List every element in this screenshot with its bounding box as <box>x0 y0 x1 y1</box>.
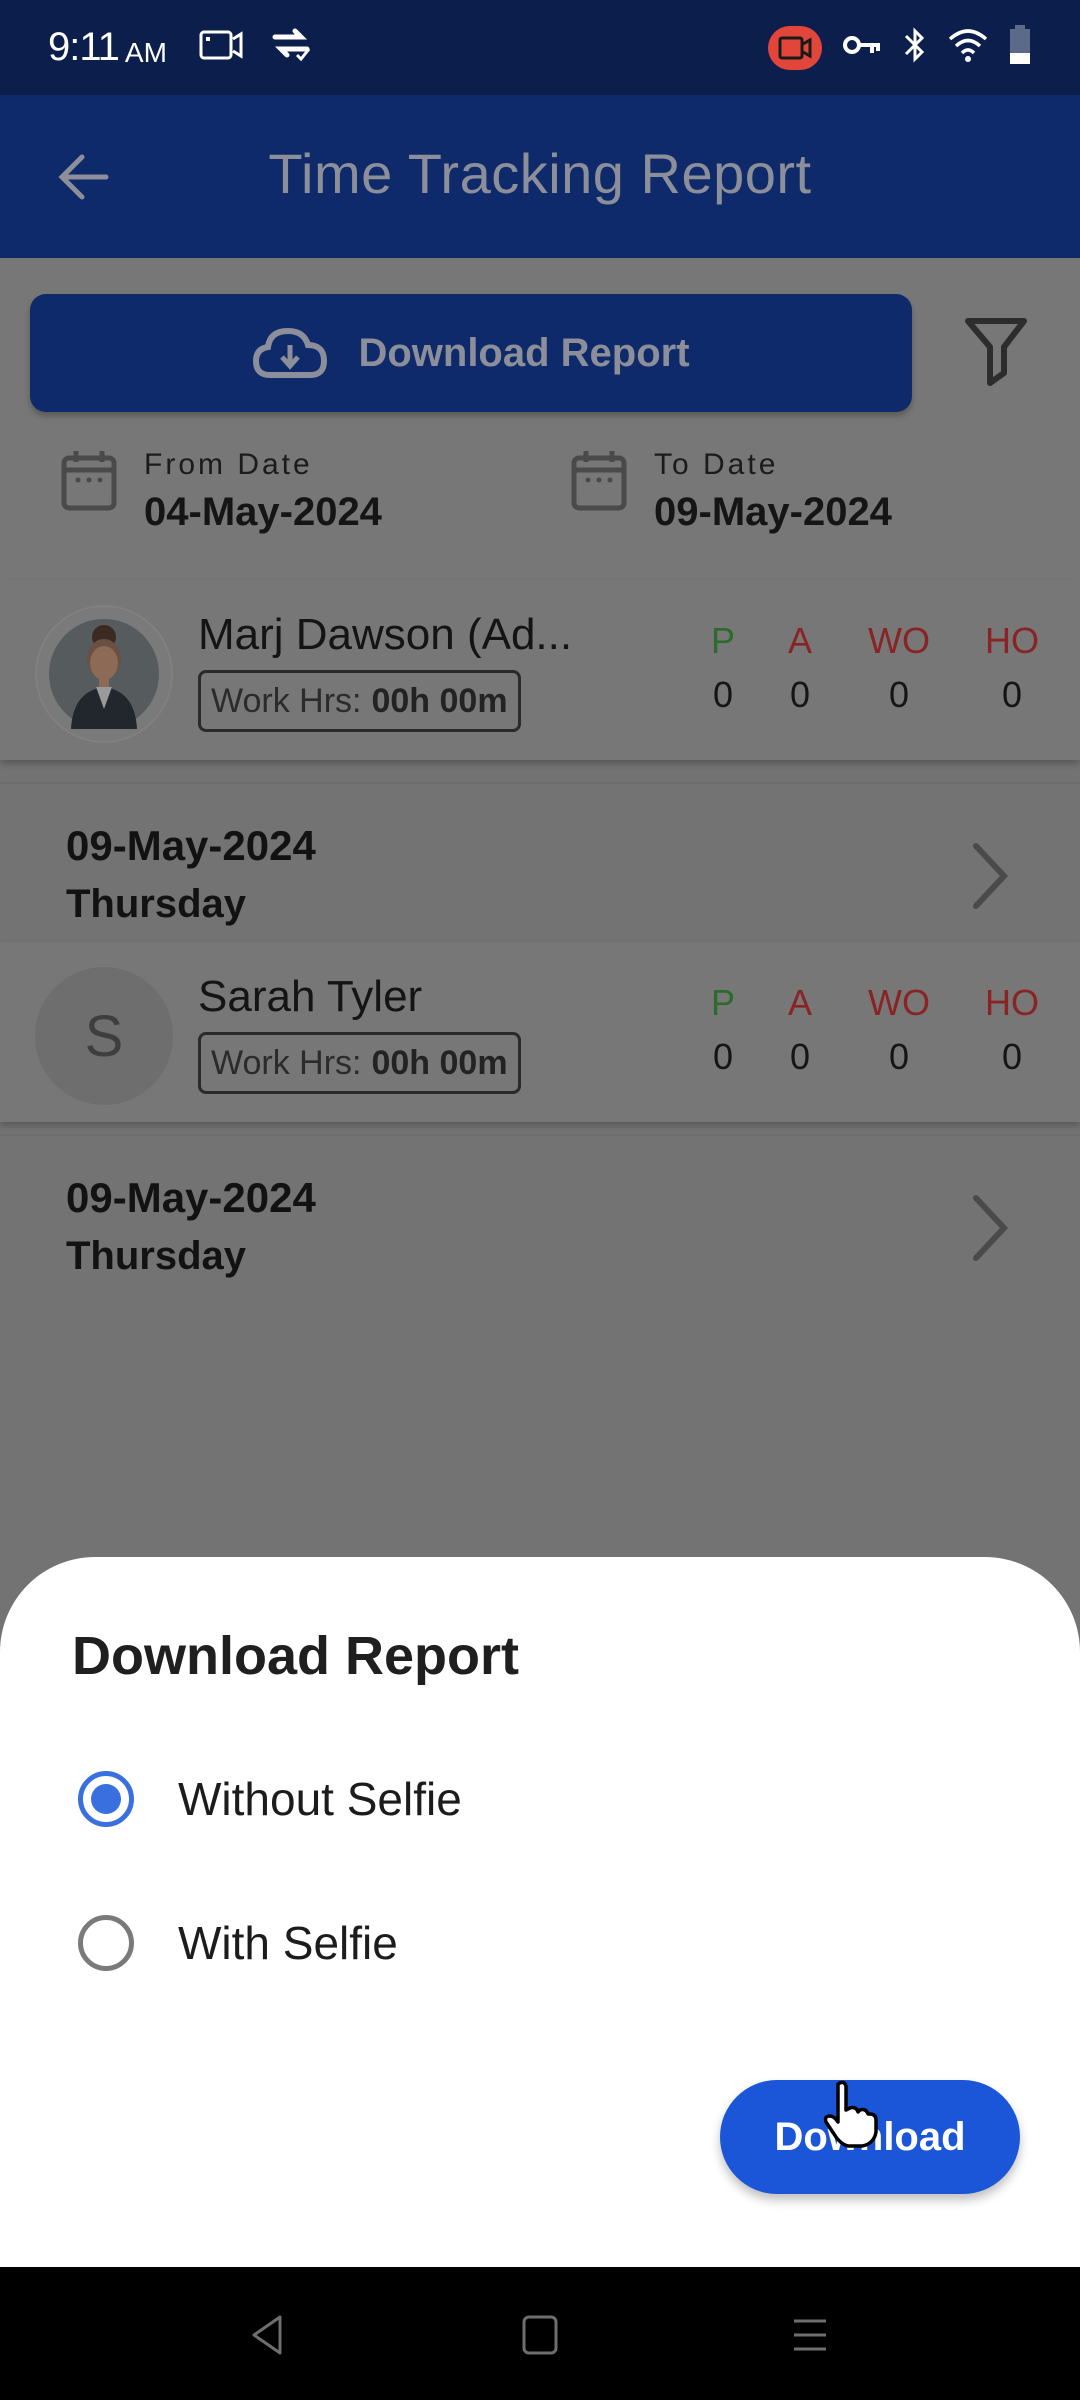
woman-avatar-icon <box>49 619 159 729</box>
battery-icon <box>1008 25 1032 70</box>
status-bar: 9:11 AM <box>0 0 1080 95</box>
from-date-picker[interactable]: From Date 04-May-2024 <box>60 448 382 535</box>
employee-name: Marj Dawson (Ad... <box>198 610 573 659</box>
day-weekday: Thursday <box>66 882 247 926</box>
recents-menu-icon <box>794 2319 826 2351</box>
to-date-picker[interactable]: To Date 09-May-2024 <box>570 448 892 535</box>
stat-value-holiday: 0 <box>1001 674 1023 715</box>
vpn-key-icon <box>842 32 882 63</box>
system-nav-bar <box>0 2267 1080 2400</box>
stat-label-present: P <box>710 982 735 1023</box>
report-controls: Download Report From Date 04-May-2024 To… <box>0 258 1080 580</box>
recording-indicator-icon <box>768 25 822 70</box>
from-date-value: 04-May-2024 <box>144 490 382 534</box>
cloud-download-icon <box>253 327 328 378</box>
option-label: Without Selfie <box>178 1773 462 1825</box>
avatar-initial: S <box>84 1003 124 1069</box>
stat-value-present: 0 <box>712 674 734 715</box>
sheet-title: Download Report <box>72 1626 519 1686</box>
stat-label-week-off: WO <box>868 982 930 1023</box>
hand-pointer-cursor-icon <box>823 2080 878 2148</box>
work-hours-value: 00h 00m <box>371 681 508 720</box>
employee-card[interactable]: Marj Dawson (Ad... Work Hrs: 00h 00m P 0 … <box>0 580 1080 760</box>
page-title: Time Tracking Report <box>268 142 812 205</box>
radio-button-unchecked[interactable] <box>78 1915 134 1971</box>
chevron-right-icon <box>973 843 1009 909</box>
stat-label-absent: A <box>787 982 812 1023</box>
stat-label-absent: A <box>787 620 812 661</box>
option-with-selfie[interactable]: With Selfie <box>78 1915 398 1971</box>
nav-recents-button[interactable] <box>780 2305 840 2365</box>
from-date-label: From Date <box>144 448 313 481</box>
app-bar: Time Tracking Report <box>0 95 1080 258</box>
stat-value-week-off: 0 <box>888 674 910 715</box>
stat-value-absent: 0 <box>789 1036 811 1077</box>
stat-label-week-off: WO <box>868 620 930 661</box>
employee-name: Sarah Tyler <box>198 972 423 1021</box>
option-without-selfie[interactable]: Without Selfie <box>78 1771 462 1827</box>
status-ampm: AM <box>124 36 167 68</box>
stat-value-holiday: 0 <box>1001 1036 1023 1077</box>
employee-list: Marj Dawson (Ad... Work Hrs: 00h 00m P 0 … <box>0 580 1080 1304</box>
filter-funnel-icon <box>965 318 1027 386</box>
stat-value-week-off: 0 <box>888 1036 910 1077</box>
attendance-stats: P 0 A 0 WO 0 HO 0 <box>690 620 1070 716</box>
employee-card[interactable]: S Sarah Tyler Work Hrs: 00h 00m P 0 A 0 WO… <box>0 942 1080 1122</box>
day-row[interactable]: 09-May-2024 Thursday <box>0 782 1080 952</box>
work-hours-label: Work Hrs: <box>211 681 362 720</box>
download-report-sheet: Download Report Without Selfie With Self… <box>0 1557 1080 2267</box>
option-label: With Selfie <box>178 1917 398 1969</box>
nav-home-button[interactable] <box>510 2305 570 2365</box>
day-weekday: Thursday <box>66 1234 247 1278</box>
sync-check-icon <box>269 27 313 68</box>
calendar-icon <box>61 451 117 511</box>
avatar: S <box>35 967 173 1105</box>
wifi-icon <box>948 27 988 68</box>
to-date-label: To Date <box>654 448 779 481</box>
avatar <box>35 605 173 743</box>
work-hours-label: Work Hrs: <box>211 1043 362 1082</box>
status-time: 9:11 <box>48 25 120 69</box>
day-row[interactable]: 09-May-2024 Thursday <box>0 1134 1080 1304</box>
home-square-icon <box>522 2315 558 2355</box>
chevron-right-icon <box>973 1195 1009 1261</box>
stat-label-present: P <box>710 620 735 661</box>
calendar-icon <box>571 451 627 511</box>
stat-label-holiday: HO <box>985 620 1039 661</box>
work-hours-badge: Work Hrs: 00h 00m <box>198 670 521 732</box>
stat-label-holiday: HO <box>985 982 1039 1023</box>
screen-record-icon <box>199 29 243 66</box>
attendance-stats: P 0 A 0 WO 0 HO 0 <box>690 982 1070 1078</box>
day-date: 09-May-2024 <box>66 1174 316 1221</box>
download-report-button[interactable]: Download Report <box>30 294 912 412</box>
to-date-value: 09-May-2024 <box>654 490 892 534</box>
work-hours-value: 00h 00m <box>371 1043 508 1082</box>
filter-button[interactable] <box>960 308 1032 398</box>
stat-value-absent: 0 <box>789 674 811 715</box>
download-report-label: Download Report <box>358 330 690 375</box>
bluetooth-icon <box>902 25 928 70</box>
work-hours-badge: Work Hrs: 00h 00m <box>198 1032 521 1094</box>
radio-button-checked[interactable] <box>78 1771 134 1827</box>
day-date: 09-May-2024 <box>66 822 316 869</box>
nav-back-button[interactable] <box>238 2305 298 2365</box>
stat-value-present: 0 <box>712 1036 734 1077</box>
back-triangle-icon <box>252 2315 282 2355</box>
